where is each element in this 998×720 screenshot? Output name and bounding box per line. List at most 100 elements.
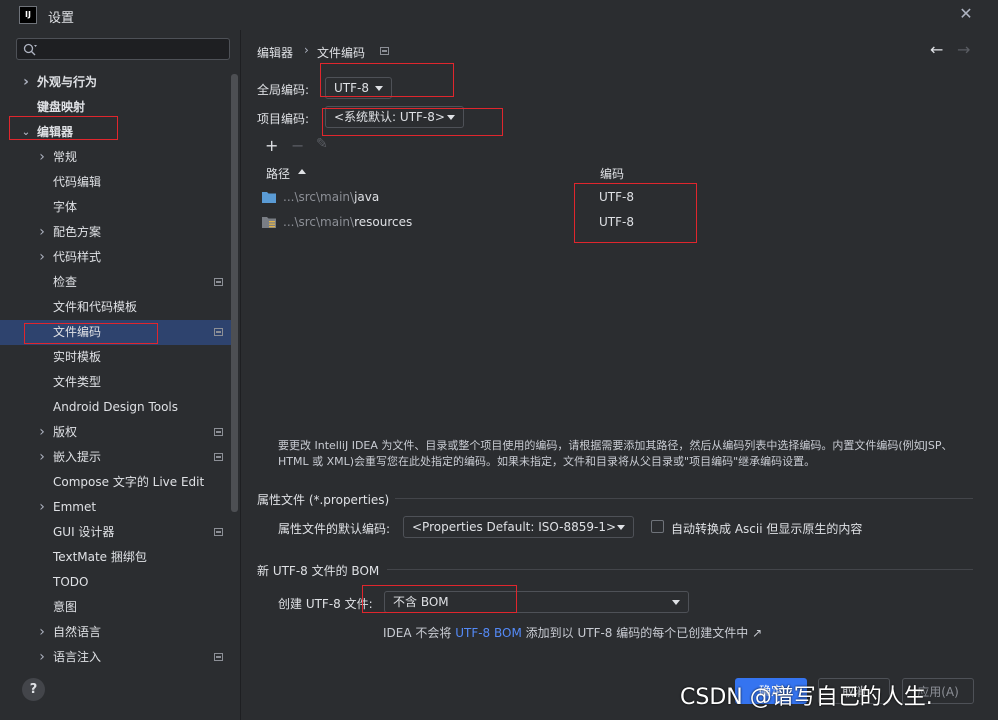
search-icon — [23, 43, 37, 56]
chevron-right-icon[interactable]: › — [36, 420, 48, 445]
sidebar-item[interactable]: 字体 — [0, 195, 232, 220]
path-column-header[interactable]: 路径 — [266, 165, 290, 182]
bom-section-title: 新 UTF-8 文件的 BOM — [257, 564, 380, 578]
sidebar-item-label: 键盘映射 — [37, 100, 86, 114]
add-path-button[interactable]: + — [265, 136, 278, 155]
chevron-right-icon[interactable]: › — [36, 620, 48, 645]
project-encoding-value: <系统默认: UTF-8> — [334, 110, 445, 124]
window-title: 设置 — [48, 11, 75, 26]
global-encoding-label: 全局编码: — [257, 83, 310, 97]
sidebar-item-label: 文件编码 — [53, 325, 102, 339]
ascii-conversion-label[interactable]: 自动转换成 Ascii 但显示原生的内容 — [671, 520, 862, 537]
chevron-down-icon — [672, 600, 680, 605]
close-icon[interactable]: ✕ — [956, 4, 976, 24]
sort-ascending-icon — [298, 169, 306, 174]
sidebar-item[interactable]: › Emmet — [0, 495, 232, 520]
breadcrumb-current: 文件编码 — [317, 46, 366, 60]
sidebar-item-label: 文件类型 — [53, 375, 102, 389]
row-encoding[interactable]: UTF-8 — [599, 185, 634, 210]
encoding-column-header[interactable]: 编码 — [600, 165, 624, 182]
sidebar-item[interactable]: › 外观与行为 — [0, 70, 232, 95]
sidebar-item-label: 常规 — [53, 150, 78, 164]
help-button[interactable]: ? — [22, 678, 45, 701]
project-encoding-label: 项目编码: — [257, 112, 310, 126]
sidebar-item-label: 文件和代码模板 — [53, 300, 138, 314]
sidebar-item[interactable]: › 配色方案 — [0, 220, 232, 245]
table-row[interactable]: ...\src\main\java UTF-8 — [257, 185, 983, 210]
remove-path-button[interactable]: − — [291, 136, 304, 155]
search-input[interactable] — [41, 40, 225, 60]
encoding-help-text: 要更改 IntelliJ IDEA 为文件、目录或整个项目使用的编码，请根据需要… — [278, 439, 953, 468]
sidebar-item[interactable]: › 嵌入提示 — [0, 445, 232, 470]
intellij-app-icon: IJ — [19, 6, 37, 24]
chevron-right-icon[interactable]: › — [36, 220, 48, 245]
settings-search[interactable] — [16, 38, 230, 60]
chevron-right-icon[interactable]: › — [36, 145, 48, 170]
sidebar-item[interactable]: › 版权 — [0, 420, 232, 445]
sidebar-item[interactable]: 检查 — [0, 270, 232, 295]
sidebar-scrollbar[interactable] — [231, 74, 238, 512]
bom-dropdown[interactable]: 不含 BOM — [384, 591, 689, 613]
sidebar-item-label: 意图 — [53, 600, 78, 614]
sidebar-item-label: Emmet — [53, 500, 97, 514]
sidebar-item[interactable]: 键盘映射 — [0, 95, 232, 120]
chevron-right-icon[interactable]: › — [36, 445, 48, 470]
sidebar-item-label: TextMate 捆绑包 — [53, 550, 147, 564]
sidebar-item[interactable]: Compose 文字的 Live Edit — [0, 470, 232, 495]
sidebar-item[interactable]: 实时模板 — [0, 345, 232, 370]
properties-section-title: 属性文件 (*.properties) — [257, 493, 390, 507]
sidebar-item[interactable]: 文件类型 — [0, 370, 232, 395]
sidebar-item[interactable]: 代码编辑 — [0, 170, 232, 195]
sidebar-item[interactable]: 意图 — [0, 595, 232, 620]
sidebar-item[interactable]: › 语言注入 — [0, 645, 232, 670]
project-scope-icon — [214, 453, 223, 461]
back-arrow-icon[interactable]: ← — [930, 40, 943, 59]
project-scope-icon — [214, 328, 223, 336]
sidebar-item[interactable]: TODO — [0, 570, 232, 595]
properties-encoding-value: <Properties Default: ISO-8859-1> — [412, 520, 617, 534]
sidebar-item[interactable]: › 自然语言 — [0, 620, 232, 645]
csdn-watermark: CSDN @谱写自己的人生. — [680, 685, 933, 710]
chevron-down-icon — [617, 525, 625, 530]
sidebar-item[interactable]: TextMate 捆绑包 — [0, 545, 232, 570]
section-divider — [387, 569, 973, 570]
utf8-bom-link[interactable]: UTF-8 BOM — [455, 626, 522, 640]
sidebar-item[interactable]: 文件编码 — [0, 320, 232, 345]
project-encoding-dropdown[interactable]: <系统默认: UTF-8> — [325, 106, 464, 128]
global-encoding-value: UTF-8 — [334, 81, 369, 95]
bom-create-label: 创建 UTF-8 文件: — [278, 597, 373, 611]
properties-encoding-dropdown[interactable]: <Properties Default: ISO-8859-1> — [403, 516, 634, 538]
sidebar-item[interactable]: ⌄ 编辑器 — [0, 120, 232, 145]
path-prefix: ...\src\main\ — [283, 215, 355, 229]
chevron-down-icon[interactable]: ⌄ — [20, 120, 32, 145]
table-row[interactable]: ...\src\main\resources UTF-8 — [257, 210, 983, 235]
breadcrumb-separator: › — [304, 43, 309, 57]
project-scope-icon — [214, 528, 223, 536]
properties-default-label: 属性文件的默认编码: — [278, 522, 391, 536]
sidebar-item[interactable]: GUI 设计器 — [0, 520, 232, 545]
row-encoding[interactable]: UTF-8 — [599, 210, 634, 235]
breadcrumb-parent[interactable]: 编辑器 — [257, 44, 293, 61]
path-name: resources — [354, 215, 413, 229]
sidebar-item-label: 代码编辑 — [53, 175, 102, 189]
resources-folder-icon — [262, 217, 276, 228]
sidebar-item[interactable]: › 常规 — [0, 145, 232, 170]
project-scope-icon — [214, 428, 223, 436]
sidebar-item[interactable]: Android Design Tools — [0, 395, 232, 420]
sidebar-item-label: Android Design Tools — [53, 400, 179, 414]
folder-icon — [262, 192, 276, 203]
ascii-conversion-checkbox[interactable] — [651, 520, 664, 533]
chevron-right-icon[interactable]: › — [20, 70, 32, 95]
chevron-right-icon[interactable]: › — [36, 245, 48, 270]
edit-path-icon[interactable]: ✎ — [316, 136, 328, 152]
sidebar-item[interactable]: › 代码样式 — [0, 245, 232, 270]
sidebar-item[interactable]: 文件和代码模板 — [0, 295, 232, 320]
chevron-down-icon — [375, 86, 383, 91]
global-encoding-dropdown[interactable]: UTF-8 — [325, 77, 392, 99]
forward-arrow-icon[interactable]: → — [957, 40, 970, 59]
sidebar-item-label: 实时模板 — [53, 350, 102, 364]
chevron-right-icon[interactable]: › — [36, 495, 48, 520]
sidebar-item-label: 编辑器 — [37, 125, 74, 139]
sidebar-item-label: 语言注入 — [53, 650, 102, 664]
chevron-right-icon[interactable]: › — [36, 645, 48, 670]
